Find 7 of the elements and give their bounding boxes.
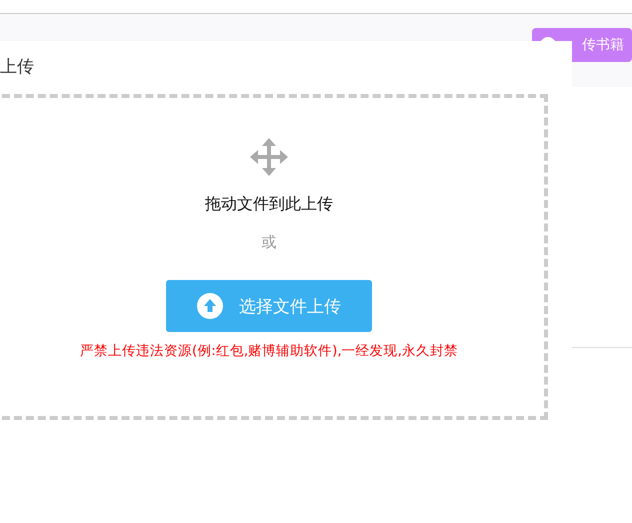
select-file-button[interactable]: 选择文件上传 — [166, 280, 372, 332]
dialog-title: 上传 — [0, 56, 34, 79]
move-icon — [250, 138, 288, 176]
warning-text: 严禁上传违法资源(例:红包,赌博辅助软件),一经发现,永久封禁 — [80, 342, 458, 360]
drop-hint: 拖动文件到此上传 — [205, 194, 333, 215]
or-text: 或 — [262, 233, 276, 252]
drop-zone[interactable]: 拖动文件到此上传 或 选择文件上传 严禁上传违法资源(例:红包,赌博辅助软件),一经发现,永久封禁 — [0, 94, 548, 420]
